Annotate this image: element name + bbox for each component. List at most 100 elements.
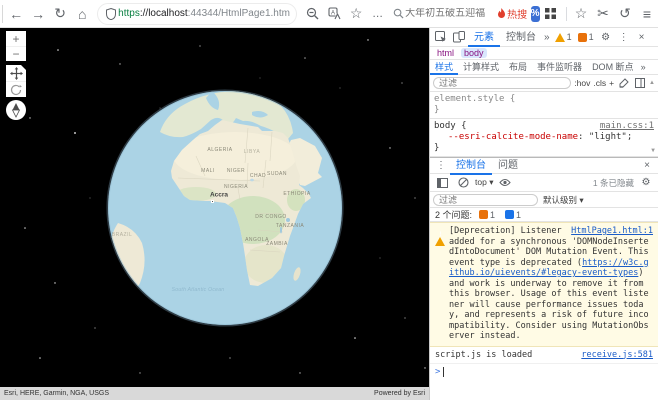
url-scheme: https xyxy=(118,8,140,19)
style-source-link[interactable]: main.css:1 xyxy=(600,121,654,132)
accra-marker xyxy=(211,200,214,203)
forward-button[interactable]: → xyxy=(27,3,49,25)
subtab-computed[interactable]: 计算样式 xyxy=(458,60,504,75)
hov-toggle[interactable]: :hov xyxy=(574,78,590,88)
console-filter-row: 默认级别 ▾ xyxy=(430,192,658,208)
styles-scroll-up-icon[interactable]: ▲ xyxy=(649,80,655,86)
log-source-link[interactable]: receive.js:581 xyxy=(581,350,653,360)
issues-summary-row[interactable]: 2 个问题: 1 1 xyxy=(430,208,658,222)
hidden-messages-note[interactable]: 1 条已隐藏 xyxy=(593,177,634,189)
warning-text-post: ) and work is underway to remove it from… xyxy=(449,268,649,341)
tab-elements[interactable]: 元素 xyxy=(468,28,500,47)
breadcrumb-body[interactable]: body xyxy=(461,48,487,58)
warning-source-link[interactable]: HtmlPage1.html:1 xyxy=(571,226,653,237)
subtab-event-listeners[interactable]: 事件监听器 xyxy=(532,60,587,75)
console-sidebar-icon[interactable] xyxy=(433,174,451,191)
nav-toggle-corner xyxy=(21,65,26,70)
issue-blue-count: 1 xyxy=(516,210,521,220)
subtab-dom-breakpoints[interactable]: DOM 断点 xyxy=(587,60,639,75)
issue-blue-icon xyxy=(505,210,514,219)
navigation-toggle-widget xyxy=(6,65,26,97)
console-warning-icon: ! xyxy=(435,227,445,237)
zoom-out-button[interactable]: − xyxy=(6,46,26,61)
translate-icon[interactable]: A xyxy=(323,3,345,25)
new-style-rule-button[interactable]: + xyxy=(609,78,614,88)
issues-badge-warning[interactable]: 1 xyxy=(479,210,495,220)
refresh-button[interactable]: ↻ xyxy=(49,3,71,25)
pan-mode-button[interactable] xyxy=(6,65,26,81)
live-expression-eye-icon[interactable] xyxy=(496,174,514,191)
favorites-star-icon[interactable]: ☆ xyxy=(570,3,592,25)
svg-text:A: A xyxy=(331,11,335,17)
inspect-element-icon[interactable] xyxy=(432,29,450,46)
warning-count: 1 xyxy=(567,32,572,42)
drawer-tab-issues[interactable]: 问题 xyxy=(492,156,524,175)
styles-filter-input[interactable] xyxy=(433,77,571,89)
issue-count: 1 xyxy=(589,32,594,42)
devtools-settings-icon[interactable]: ⚙ xyxy=(597,29,615,46)
devtools-panel: 元素 控制台 » 1 1 ⚙ ⋮ × html body 样式 计算样式 布局 … xyxy=(429,28,658,400)
clear-console-icon[interactable] xyxy=(454,174,472,191)
computed-sidebar-icon[interactable] xyxy=(633,75,646,92)
css-property-name[interactable]: --esri-calcite-mode-name xyxy=(448,132,578,142)
issue-square-icon xyxy=(578,33,587,42)
address-bar[interactable]: https://localhost:44344/HtmlPage1.html xyxy=(97,3,297,25)
devtools-close-icon[interactable]: × xyxy=(633,29,651,46)
console-filter-input[interactable] xyxy=(433,194,538,206)
cls-toggle[interactable]: .cls xyxy=(593,78,606,88)
zoom-in-button[interactable]: + xyxy=(6,31,26,46)
issues-summary-label: 2 个问题: xyxy=(435,208,472,221)
subtab-styles[interactable]: 样式 xyxy=(430,60,458,75)
subtab-layout[interactable]: 布局 xyxy=(504,60,532,75)
device-toolbar-icon[interactable] xyxy=(450,29,468,46)
browser-logo-icon[interactable]: % xyxy=(531,6,540,22)
console-settings-icon[interactable]: ⚙ xyxy=(637,174,655,191)
console-toolbar: top ▾ 1 条已隐藏 ⚙ xyxy=(430,174,658,192)
rendering-emulation-icon[interactable] xyxy=(617,75,630,92)
subtabs-more-chevron[interactable]: » xyxy=(639,62,648,72)
element-style-rule[interactable]: element.style { } xyxy=(430,92,658,119)
toolbar-search[interactable] xyxy=(391,3,497,25)
drawer-tab-console[interactable]: 控制台 xyxy=(450,156,492,175)
element-style-open: element.style { xyxy=(434,94,515,104)
compass-widget[interactable] xyxy=(6,100,26,120)
log-levels-selector[interactable]: 默认级别 ▾ xyxy=(543,194,584,206)
breadcrumb-html[interactable]: html xyxy=(434,48,457,58)
drawer-close-icon[interactable]: × xyxy=(638,157,656,174)
undo-icon[interactable]: ↺ xyxy=(614,3,636,25)
url-text: https://localhost:44344/HtmlPage1.html xyxy=(118,8,290,19)
apps-grid-icon[interactable] xyxy=(540,3,562,25)
styles-scroll-down-icon[interactable]: ▼ xyxy=(649,145,657,156)
zoom-out-page-icon[interactable] xyxy=(301,3,323,25)
screenshot-scissors-icon[interactable]: ✂ xyxy=(592,3,614,25)
tab-console[interactable]: 控制台 xyxy=(500,28,542,47)
devtools-kebab-icon[interactable]: ⋮ xyxy=(615,29,633,46)
warnings-indicator[interactable]: 1 xyxy=(555,32,572,42)
attribution-text: Esri, HERE, Garmin, NGA, USGS xyxy=(4,390,109,397)
more-tabs-chevron[interactable]: » xyxy=(542,32,552,43)
console-prompt[interactable]: > xyxy=(430,364,658,380)
zoom-widget: + − xyxy=(6,31,26,61)
text-cursor xyxy=(443,367,444,377)
issues-badge-info[interactable]: 1 xyxy=(505,210,521,220)
globe-scene[interactable]: ALGERIA LIBYA MALI NIGER CHAD SUDAN NIGE… xyxy=(0,28,429,400)
home-button[interactable]: ⌂ xyxy=(71,3,93,25)
rotate-mode-button[interactable] xyxy=(6,81,26,97)
css-property-value[interactable]: "light"; xyxy=(589,132,632,142)
log-levels-value: 默认级别 xyxy=(543,195,577,205)
menu-icon[interactable]: ≡ xyxy=(636,3,658,25)
toolbar-overflow-icon[interactable]: … xyxy=(367,3,389,25)
back-button[interactable]: ← xyxy=(5,3,27,25)
search-input[interactable] xyxy=(405,8,497,19)
attribution-bar: Esri, HERE, Garmin, NGA, USGS Powered by… xyxy=(0,387,429,400)
devtools-tabbar: 元素 控制台 » 1 1 ⚙ ⋮ × xyxy=(430,28,658,47)
bookmark-star-icon[interactable]: ☆ xyxy=(345,3,367,25)
drawer-kebab-icon[interactable]: ⋮ xyxy=(432,157,450,174)
hot-search-link[interactable]: 热搜 xyxy=(497,6,527,21)
shield-icon[interactable] xyxy=(104,7,118,21)
issues-indicator[interactable]: 1 xyxy=(578,32,594,42)
compass-needle-icon xyxy=(9,102,23,118)
powered-by-esri[interactable]: Powered by Esri xyxy=(374,390,425,397)
context-selector[interactable]: top ▾ xyxy=(475,177,493,188)
body-style-rule[interactable]: main.css:1 body { --esri-calcite-mode-na… xyxy=(430,119,658,157)
